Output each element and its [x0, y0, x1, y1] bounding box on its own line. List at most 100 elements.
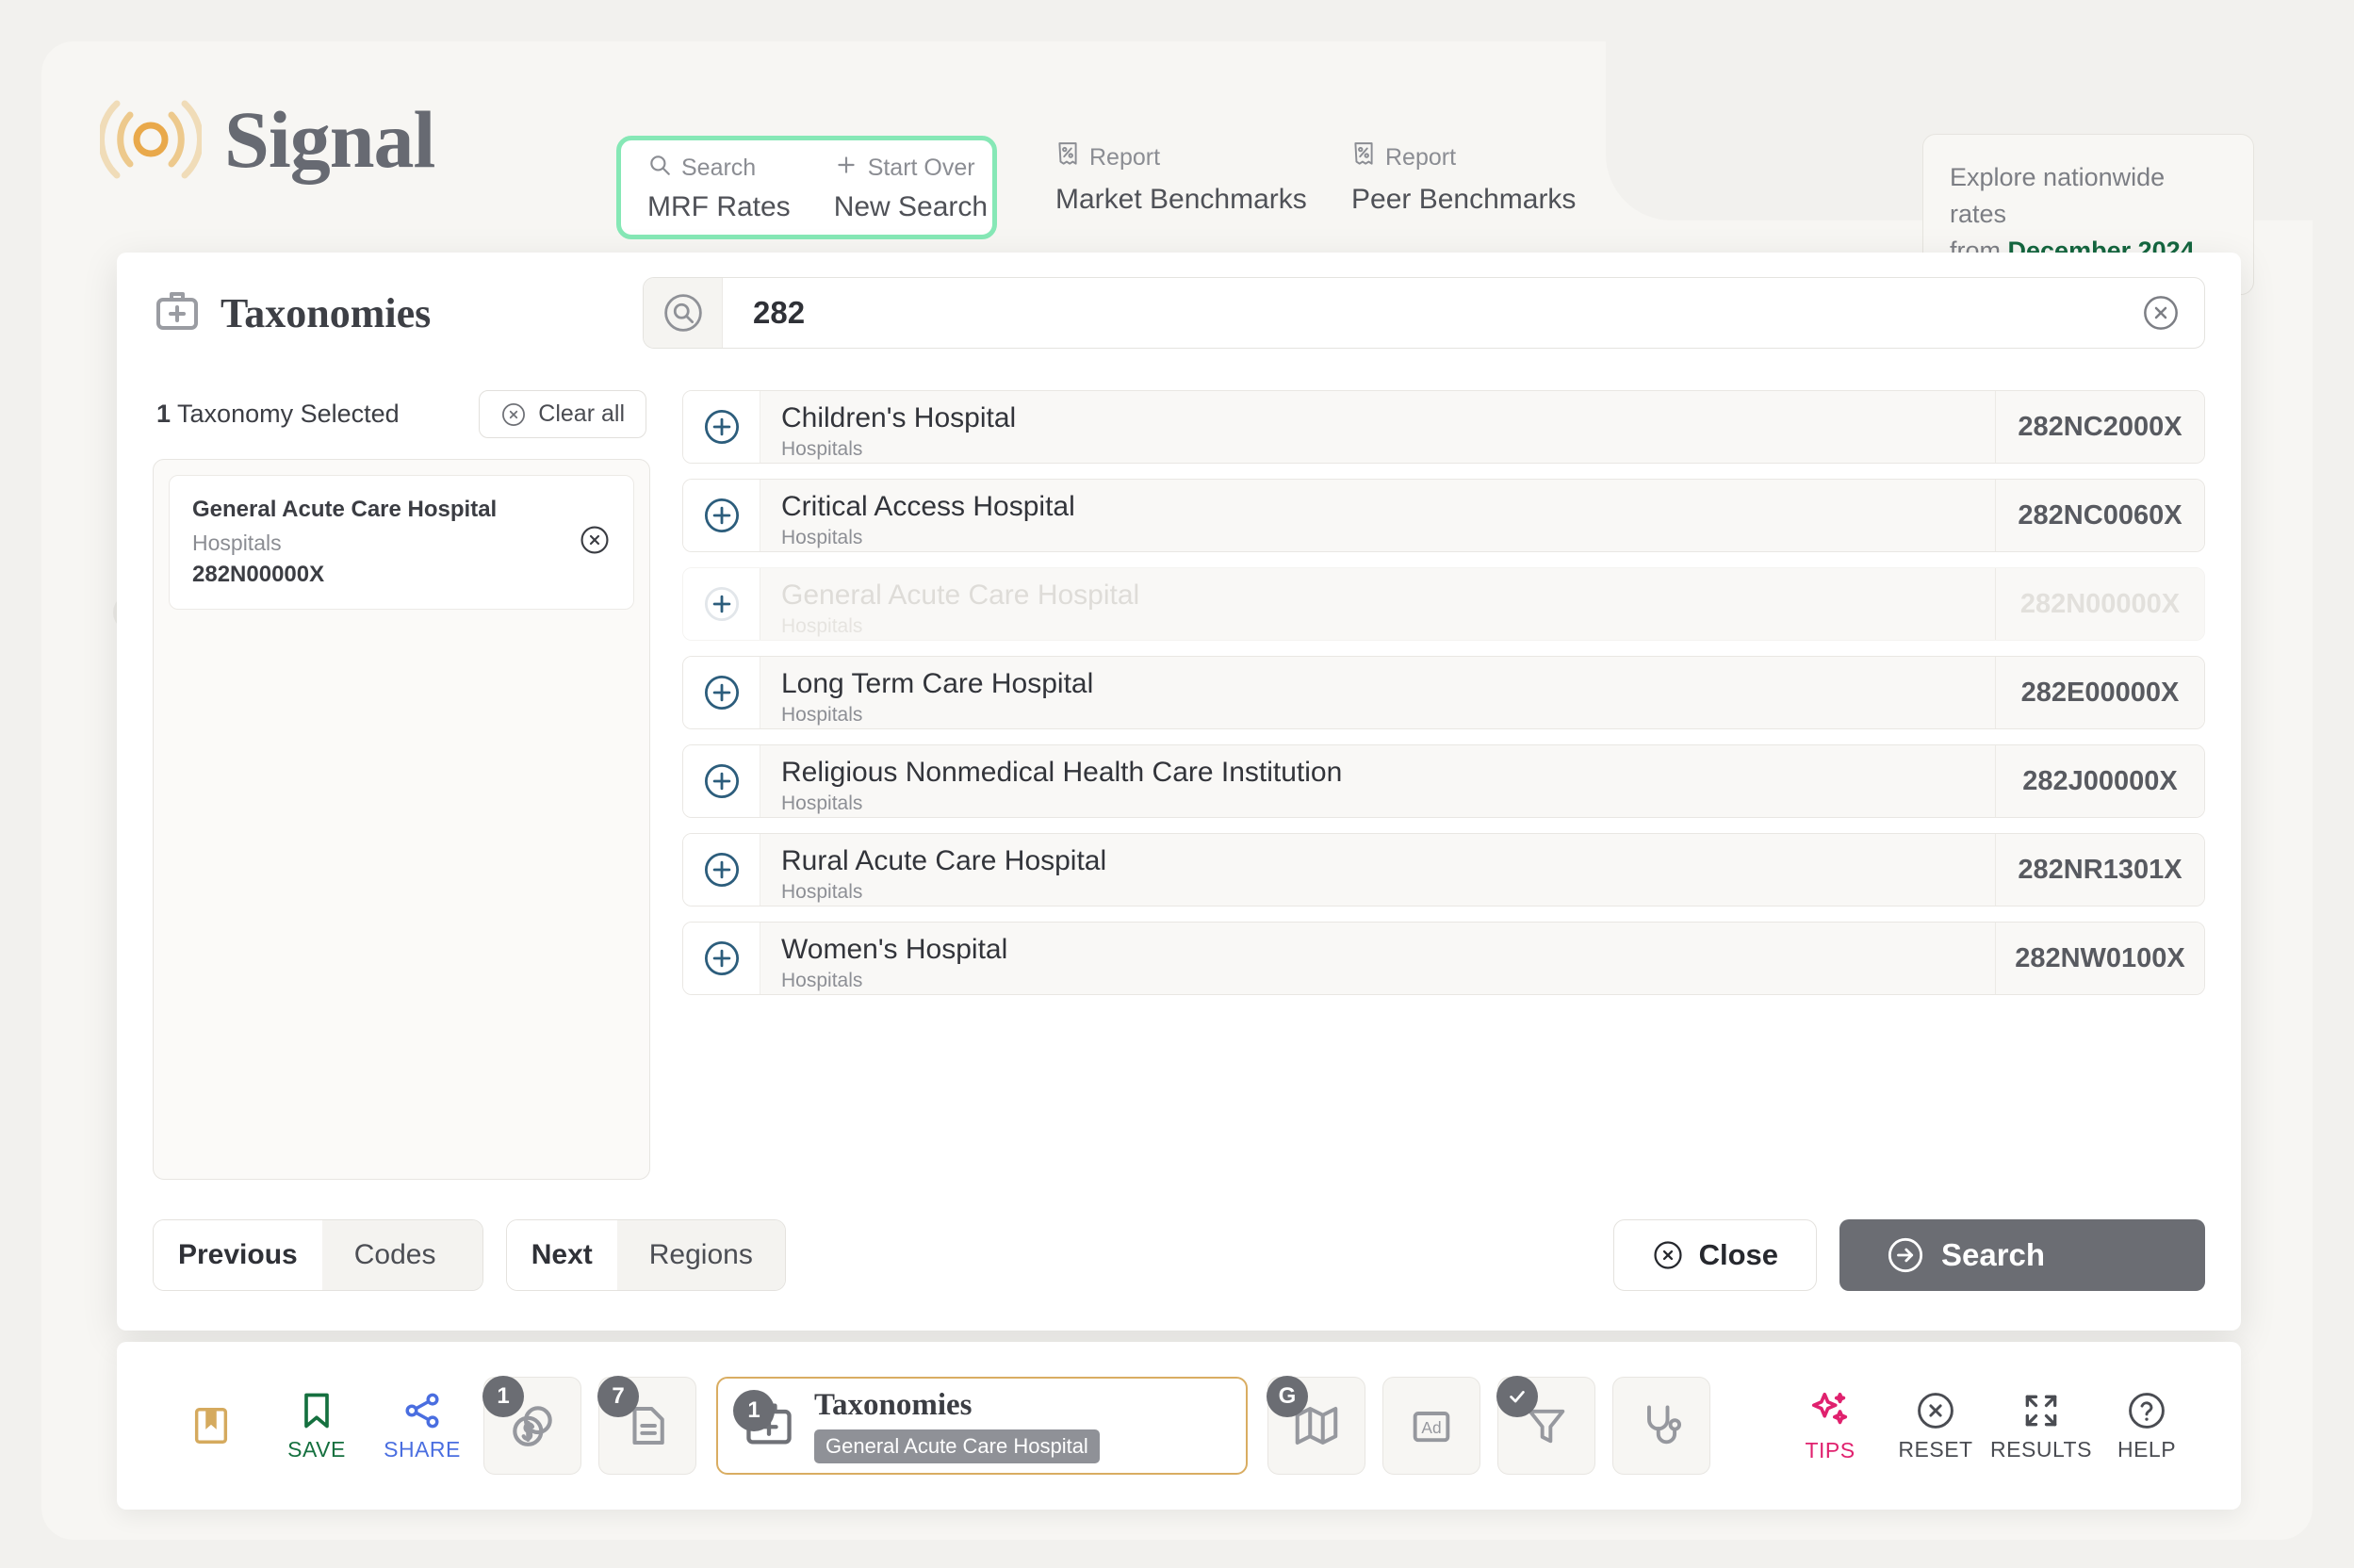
- next-step-button[interactable]: Next Regions: [505, 1219, 786, 1291]
- nav-item-market-benchmarks[interactable]: Report Market Benchmarks: [1055, 141, 1307, 216]
- map-button[interactable]: G: [1267, 1376, 1365, 1475]
- add-taxonomy-button: [683, 568, 760, 640]
- result-category: Hospitals: [781, 615, 863, 638]
- selected-name: General Acute Care Hospital: [192, 497, 498, 522]
- svg-text:Ad: Ad: [1421, 1418, 1441, 1437]
- bottom-toolbar: SAVE SHARE 1 7 1 Taxonomies General Acut…: [117, 1342, 2241, 1510]
- brand-logo[interactable]: Signal: [98, 89, 435, 190]
- add-taxonomy-button[interactable]: [683, 480, 760, 551]
- previous-label: Previous: [154, 1220, 322, 1290]
- taxonomies-badge: 1: [733, 1389, 775, 1431]
- medical-bag-plus-icon: [153, 286, 202, 340]
- result-main: General Acute Care Hospital Hospitals: [760, 568, 1995, 640]
- plus-circle-icon: [704, 852, 739, 888]
- nav-item-mrf-rates[interactable]: Search MRF Rates: [621, 153, 791, 223]
- signal-waves-icon: [98, 89, 204, 190]
- filter-badge: [1496, 1376, 1538, 1417]
- search-icon-button[interactable]: [644, 278, 723, 348]
- result-code: 282N00000X: [1995, 568, 2204, 640]
- plus-circle-icon: [704, 763, 739, 799]
- results-button[interactable]: RESULTS: [1988, 1390, 2094, 1462]
- share-label: SHARE: [384, 1436, 461, 1462]
- taxonomy-result-row: General Acute Care Hospital Hospitals 282N…: [682, 567, 2205, 641]
- result-code: 282J00000X: [1995, 745, 2204, 817]
- taxonomies-modal: Taxonomies 282 1 Taxonomy Selected Clear…: [117, 253, 2241, 1331]
- search-input[interactable]: 282: [723, 295, 2117, 331]
- add-taxonomy-button[interactable]: [683, 745, 760, 817]
- clear-all-button[interactable]: Clear all: [479, 390, 646, 438]
- result-code: 282NW0100X: [1995, 923, 2204, 994]
- tips-button[interactable]: TIPS: [1777, 1389, 1883, 1463]
- result-category: Hospitals: [781, 792, 863, 815]
- add-taxonomy-button[interactable]: [683, 657, 760, 728]
- sparkle-icon: [1811, 1392, 1848, 1424]
- ad-button[interactable]: Ad: [1382, 1377, 1480, 1475]
- previous-step-button[interactable]: Previous Codes: [153, 1219, 483, 1291]
- clear-all-label: Clear all: [538, 400, 625, 427]
- clear-circle-icon: [502, 402, 526, 426]
- taxonomy-result-row[interactable]: Rural Acute Care Hospital Hospitals 282NR1…: [682, 833, 2205, 906]
- taxonomy-result-row[interactable]: Critical Access Hospital Hospitals 282NC00…: [682, 479, 2205, 552]
- taxonomy-result-row[interactable]: Long Term Care Hospital Hospitals 282E0000…: [682, 656, 2205, 729]
- result-code: 282NC2000X: [1995, 391, 2204, 463]
- selected-count: 1 Taxonomy Selected: [156, 400, 400, 429]
- search-bar[interactable]: 282: [643, 277, 2205, 349]
- nav-item-new-search[interactable]: Start Over New Search: [791, 153, 988, 223]
- add-taxonomy-button[interactable]: [683, 834, 760, 906]
- bookmark-icon: [194, 1408, 228, 1444]
- result-category: Hospitals: [781, 970, 863, 992]
- close-circle-icon: [1653, 1241, 1682, 1269]
- close-button[interactable]: Close: [1612, 1219, 1817, 1291]
- providers-button[interactable]: [1612, 1377, 1710, 1475]
- selected-panel-header: 1 Taxonomy Selected Clear all: [153, 373, 650, 459]
- remove-selected-button[interactable]: [579, 524, 611, 561]
- close-label: Close: [1698, 1238, 1778, 1271]
- result-name: Women's Hospital: [781, 934, 1008, 965]
- nav-item-market-top: Report: [1089, 144, 1161, 171]
- selected-count-label: Taxonomy Selected: [171, 400, 400, 428]
- result-main: Religious Nonmedical Health Care Institu…: [760, 745, 1995, 817]
- result-name: General Acute Care Hospital: [781, 580, 1140, 611]
- modal-title-group: Taxonomies: [153, 286, 643, 340]
- result-code: 282NR1301X: [1995, 834, 2204, 906]
- result-category: Hospitals: [781, 527, 863, 549]
- bookmark-button[interactable]: [158, 1404, 264, 1447]
- nav-active-group: Search MRF Rates Start Over New Search: [616, 136, 997, 239]
- plus-circle-icon: [704, 940, 739, 976]
- tips-label: TIPS: [1805, 1437, 1855, 1462]
- stethoscope-icon: [1647, 1405, 1682, 1445]
- selected-category: Hospitals: [192, 531, 282, 555]
- previous-target: Codes: [321, 1220, 482, 1290]
- help-circle-icon: [2129, 1392, 2165, 1429]
- modal-footer: Previous Codes Next Regions Close Search: [117, 1180, 2241, 1331]
- nav-item-mrf-rates-label: MRF Rates: [647, 190, 791, 222]
- share-button[interactable]: SHARE: [369, 1390, 475, 1462]
- search-submit-button[interactable]: Search: [1839, 1219, 2205, 1291]
- taxonomies-chip[interactable]: 1 Taxonomies General Acute Care Hospital: [716, 1377, 1248, 1475]
- add-taxonomy-button[interactable]: [683, 923, 760, 994]
- plus-circle-icon: [704, 498, 739, 533]
- nav-item-peer-benchmarks[interactable]: Report Peer Benchmarks: [1351, 141, 1576, 216]
- result-code: 282NC0060X: [1995, 480, 2204, 551]
- taxonomy-result-row[interactable]: Women's Hospital Hospitals 282NW0100X: [682, 922, 2205, 995]
- search-clear-button[interactable]: [2117, 294, 2204, 332]
- nav-item-peer-top: Report: [1385, 144, 1457, 171]
- codes-filter-button[interactable]: 7: [597, 1376, 696, 1475]
- result-main: Women's Hospital Hospitals: [760, 923, 1995, 994]
- reset-button[interactable]: RESET: [1883, 1390, 1988, 1462]
- add-taxonomy-button[interactable]: [683, 391, 760, 463]
- next-target: Regions: [616, 1220, 785, 1290]
- save-button[interactable]: SAVE: [264, 1390, 369, 1462]
- expand-icon: [2025, 1395, 2057, 1426]
- page-title: Taxonomies: [221, 289, 432, 336]
- ad-icon: Ad: [1413, 1412, 1450, 1443]
- nav-item-mrf-rates-top: Search: [681, 154, 757, 181]
- filter-button[interactable]: [1496, 1376, 1595, 1475]
- result-code: 282E00000X: [1995, 657, 2204, 728]
- nav-item-new-search-top: Start Over: [867, 154, 975, 181]
- help-button[interactable]: HELP: [2094, 1390, 2199, 1462]
- taxonomy-result-row[interactable]: Children's Hospital Hospitals 282NC2000X: [682, 390, 2205, 464]
- rates-filter-button[interactable]: 1: [482, 1376, 581, 1475]
- help-label: HELP: [2117, 1436, 2177, 1462]
- taxonomy-result-row[interactable]: Religious Nonmedical Health Care Institu…: [682, 744, 2205, 818]
